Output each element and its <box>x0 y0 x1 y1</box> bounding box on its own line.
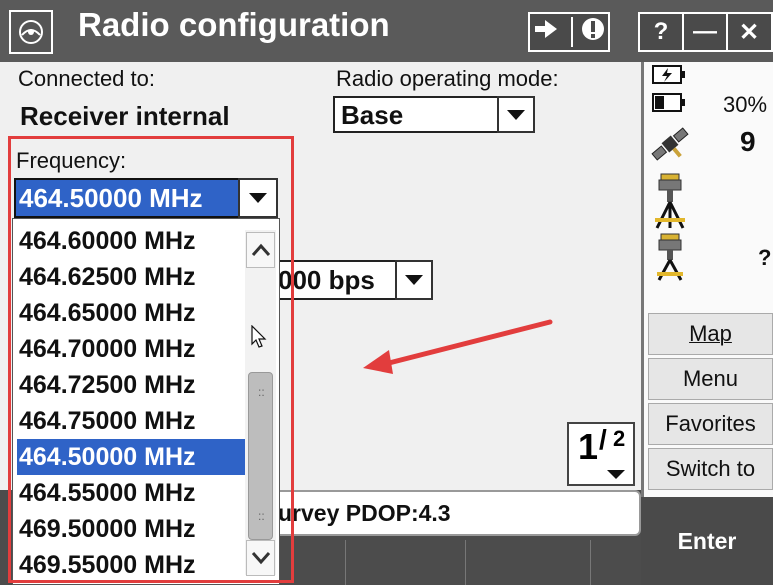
base-antenna-icon <box>651 232 691 287</box>
menu-button[interactable]: Menu <box>648 358 773 400</box>
list-item[interactable]: 469.55000 MHz <box>17 547 245 583</box>
list-item[interactable]: 464.60000 MHz <box>17 223 245 259</box>
scroll-down-button[interactable] <box>246 540 275 576</box>
baud-select[interactable]: 000 bps <box>262 260 397 300</box>
connected-label: Connected to: <box>18 66 155 91</box>
close-button[interactable]: ✕ <box>728 18 770 47</box>
list-item[interactable]: 464.75000 MHz <box>17 403 245 439</box>
chevron-down-icon <box>249 193 267 203</box>
list-item[interactable]: 464.55000 MHz <box>17 475 245 511</box>
list-item[interactable]: 464.65000 MHz <box>17 295 245 331</box>
favorites-button[interactable]: Favorites <box>648 403 773 445</box>
list-item[interactable]: 469.50000 MHz <box>17 511 245 547</box>
frequency-select[interactable]: 464.50000 MHz <box>14 178 240 218</box>
toolbar-divider <box>345 540 346 585</box>
frequency-label: Frequency: <box>16 148 127 173</box>
mode-value: Base <box>341 100 404 130</box>
battery-percent: 30% <box>723 92 768 117</box>
frequency-dropdown-list[interactable]: 464.60000 MHz 464.62500 MHz 464.65000 MH… <box>12 218 280 585</box>
baud-dropdown-button[interactable] <box>395 260 433 300</box>
list-item[interactable]: 464.62500 MHz <box>17 259 245 295</box>
warning-icon[interactable] <box>581 17 605 48</box>
switch-to-button[interactable]: Switch to <box>648 448 773 490</box>
mouse-pointer-icon <box>251 324 267 354</box>
window-title: Radio configuration <box>78 6 390 43</box>
enter-button[interactable]: Enter <box>641 497 773 585</box>
page-current: 1 <box>578 426 599 467</box>
toolbar-divider <box>465 540 466 585</box>
battery-icon <box>652 92 686 119</box>
receiver-icon <box>651 172 691 235</box>
scroll-thumb[interactable]: :: :: <box>248 372 273 540</box>
unknown-status: ? <box>758 245 772 270</box>
mode-label: Radio operating mode: <box>336 66 559 91</box>
charging-icon <box>652 64 686 91</box>
window-controls: ? — ✕ <box>638 12 773 52</box>
frequency-value: 464.50000 MHz <box>19 183 203 213</box>
chevron-up-icon <box>251 243 270 256</box>
list-item-selected[interactable]: 464.50000 MHz <box>17 439 245 475</box>
mode-select[interactable]: Base <box>333 96 499 133</box>
page-indicator[interactable]: 1 / 2 <box>567 422 635 486</box>
list-item[interactable]: 464.72500 MHz <box>17 367 245 403</box>
status-line: urvey PDOP:4.3 <box>240 490 641 536</box>
baud-value: 000 bps <box>278 265 375 295</box>
satellite-icon <box>648 122 692 171</box>
list-item[interactable]: 464.70000 MHz <box>17 331 245 367</box>
map-button[interactable]: Map <box>648 313 773 355</box>
menu-button-label: Menu <box>682 366 739 391</box>
page-down-icon <box>607 470 625 479</box>
toolbar-divider <box>590 540 591 585</box>
scroll-up-button[interactable] <box>246 232 275 268</box>
chevron-down-icon <box>507 109 525 120</box>
satellite-count: 9 <box>740 126 756 157</box>
map-button-label: Map <box>689 321 732 346</box>
frequency-dropdown-button[interactable] <box>238 178 278 218</box>
annotation-arrow-icon <box>363 319 553 374</box>
chevron-down-icon <box>405 275 423 285</box>
title-action-group <box>528 12 610 52</box>
minimize-button[interactable]: — <box>684 18 726 46</box>
connected-value: Receiver internal <box>20 101 230 131</box>
chevron-down-icon <box>251 552 270 565</box>
help-button[interactable]: ? <box>640 18 682 46</box>
favorites-button-label: Favorites <box>665 411 756 436</box>
page-total: 2 <box>613 426 626 451</box>
app-logo-icon[interactable] <box>9 10 53 54</box>
switch-to-button-label: Switch to <box>665 456 756 481</box>
mode-dropdown-button[interactable] <box>497 96 535 133</box>
login-arrow-icon[interactable] <box>533 16 561 49</box>
